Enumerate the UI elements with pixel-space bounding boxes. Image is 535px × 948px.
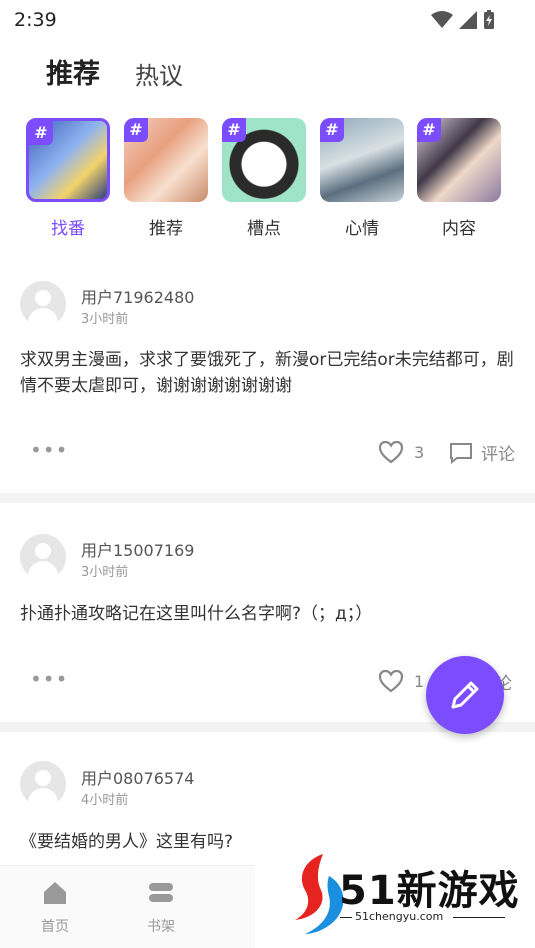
nav-bookshelf-label: 书架 [147,919,175,935]
category-complaints[interactable]: # 槽点 [220,118,308,239]
watermark: 51新游戏 51chengyu.com [255,828,535,948]
pencil-icon [451,681,479,709]
comment-icon [450,442,472,464]
post-content[interactable]: 求双男主漫画，求求了要饿死了，新漫or已完结or未完结都可，剧情不要太虐即可，谢… [20,347,520,399]
bookshelf-icon [149,883,173,902]
avatar[interactable] [20,281,66,327]
watermark-rule-left [340,917,352,918]
like-count: 1 [414,671,425,691]
more-options-icon[interactable]: ••• [30,667,68,691]
avatar[interactable] [20,761,66,807]
category-mood[interactable]: # 心情 [318,118,406,239]
category-thumbnail: # [417,118,501,202]
avatar[interactable] [20,534,66,580]
category-row: # 找番 # 推荐 # 槽点 # 心情 # 内容 [0,118,535,248]
tab-recommend[interactable]: 推荐 [39,52,113,91]
like-count: 3 [414,442,425,462]
category-label: 推荐 [149,219,183,239]
category-label: 找番 [51,219,85,239]
post-content[interactable]: 扑通扑通攻略记在这里叫什么名字啊?（；д；） [20,601,520,627]
category-label: 心情 [345,219,379,239]
nav-home[interactable]: 首页 [25,880,85,936]
comment-button[interactable]: 评论 [449,440,515,465]
hash-icon: # [222,118,246,142]
category-thumbnail: # [26,118,110,202]
comment-label: 评论 [481,445,515,465]
feed-tabs: 推荐 热议 [0,50,535,100]
category-thumbnail: # [222,118,306,202]
tab-hot-label: 热议 [135,62,183,90]
wifi-icon [431,11,453,28]
post-username[interactable]: 用户71962480 [81,284,194,308]
category-recommend[interactable]: # 推荐 [122,118,210,239]
hash-icon: # [417,118,441,142]
status-time: 2:39 [14,9,57,31]
watermark-url: 51chengyu.com [355,910,444,923]
watermark-text: 51新游戏 [339,868,520,914]
like-button[interactable]: 3 [378,440,424,464]
post-time: 4小时前 [81,793,129,808]
hash-icon: # [29,121,53,145]
heart-icon [378,440,404,464]
category-label: 内容 [442,219,476,239]
category-thumbnail: # [320,118,404,202]
post-divider [0,493,535,503]
post-time: 3小时前 [81,312,129,327]
heart-icon [378,669,404,693]
signal-icon [459,11,477,29]
home-icon [44,882,66,904]
category-content[interactable]: # 内容 [415,118,503,239]
post-time: 3小时前 [81,565,129,580]
watermark-rule-right [453,917,505,918]
post-username[interactable]: 用户15007169 [81,537,194,561]
tab-hot[interactable]: 热议 [135,56,183,91]
status-icons [431,10,495,30]
compose-button[interactable] [426,656,504,734]
nav-bookshelf[interactable]: 书架 [131,880,191,936]
status-bar: 2:39 [0,0,535,40]
category-thumbnail: # [124,118,208,202]
post-card[interactable]: 用户71962480 3小时前 求双男主漫画，求求了要饿死了，新漫or已完结or… [0,270,535,490]
category-label: 槽点 [247,219,281,239]
tab-recommend-label: 推荐 [46,59,100,90]
post-username[interactable]: 用户08076574 [81,765,194,789]
battery-icon [484,10,494,29]
like-button[interactable]: 1 [378,669,424,693]
nav-home-label: 首页 [41,919,69,935]
category-find-anime[interactable]: # 找番 [24,118,112,239]
hash-icon: # [124,118,148,142]
hash-icon: # [320,118,344,142]
more-options-icon[interactable]: ••• [30,438,68,462]
